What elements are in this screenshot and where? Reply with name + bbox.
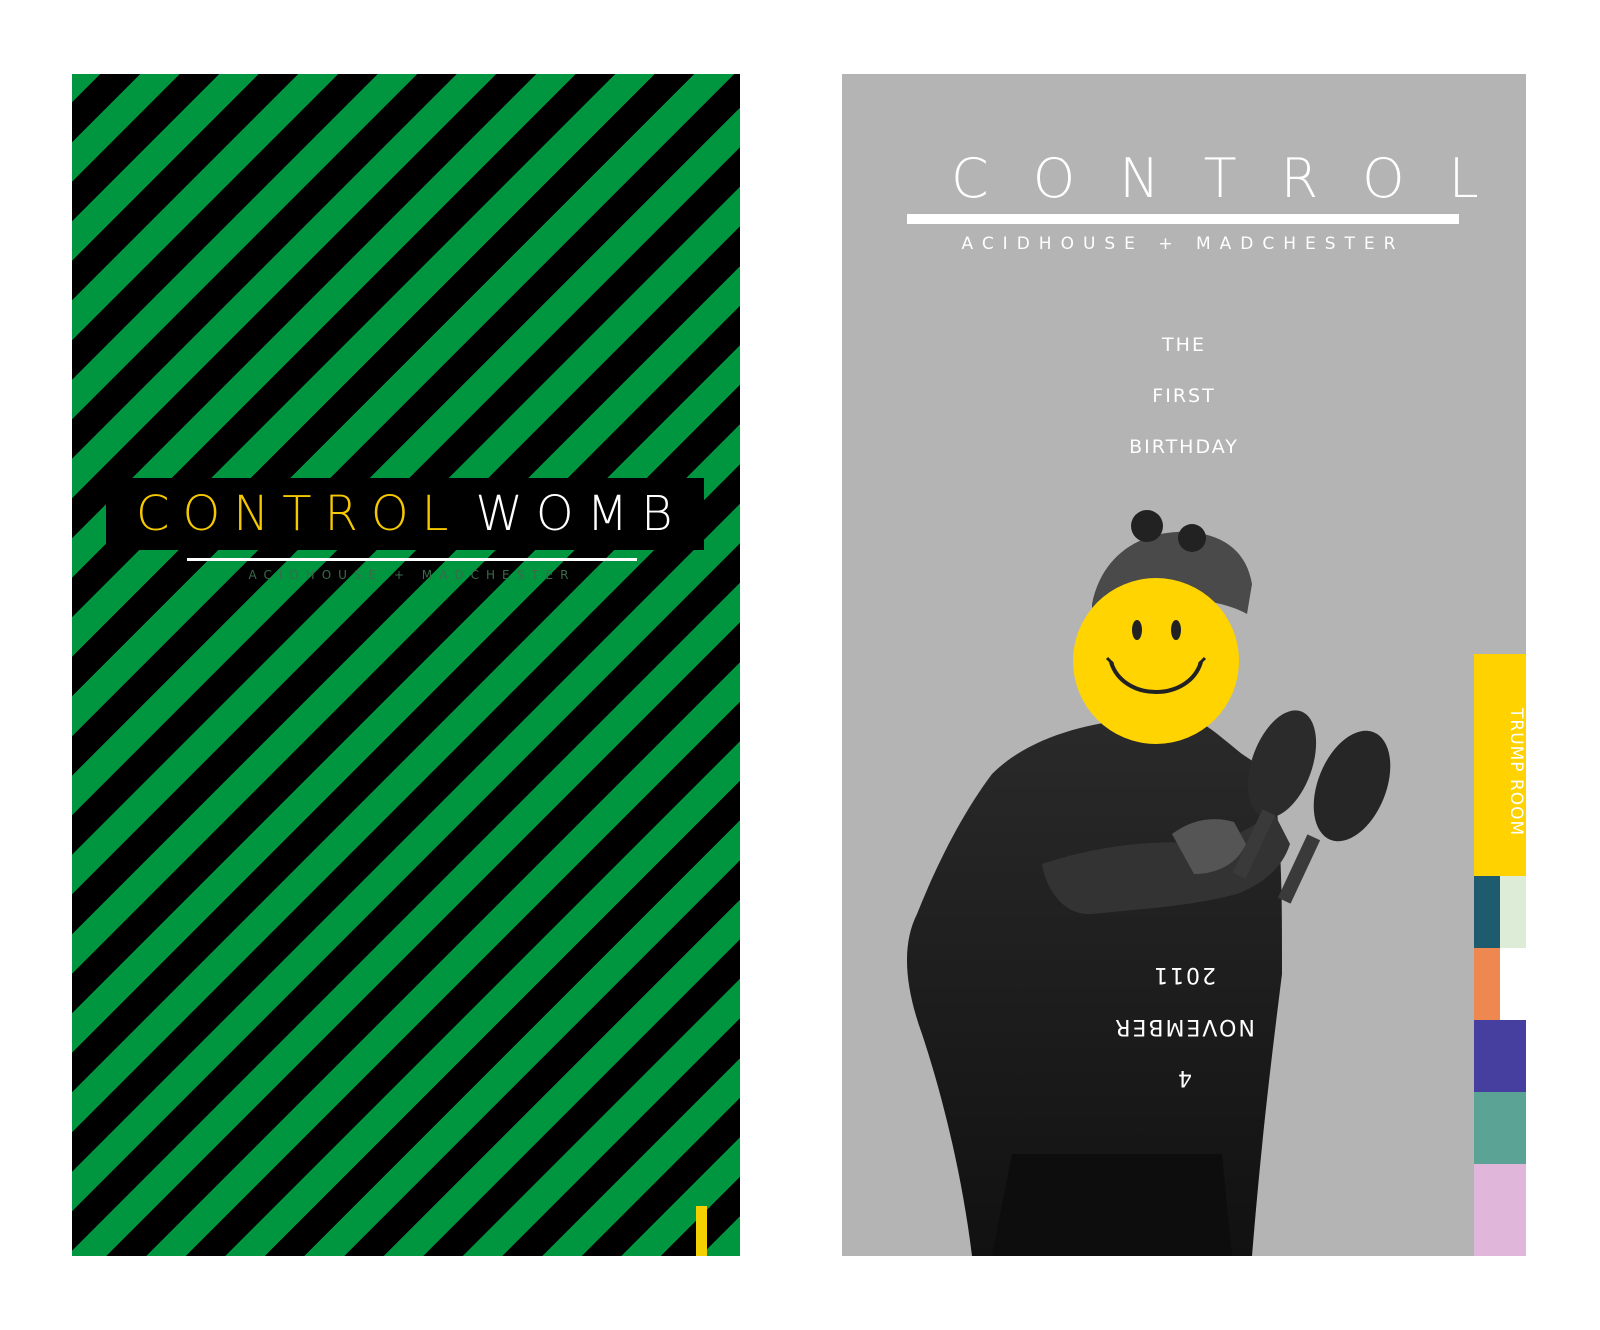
date-month: NOVEMBER xyxy=(1113,1014,1255,1039)
color-swatch xyxy=(1474,1020,1526,1092)
title-underline xyxy=(187,558,637,561)
title-control: CONTROL xyxy=(136,486,462,542)
color-swatch xyxy=(1500,876,1526,948)
date-day: 4 xyxy=(1176,1065,1192,1090)
poster-subtitle: ACIDHOUSE + MADCHESTER xyxy=(961,234,1405,254)
color-swatch xyxy=(1474,1092,1526,1164)
color-swatch xyxy=(1474,876,1500,948)
poster-control-birthday: CONTROL ACIDHOUSE + MADCHESTER THE FIRST… xyxy=(842,74,1526,1256)
title-womb: WOMB xyxy=(475,486,686,542)
color-swatch xyxy=(1500,948,1526,1020)
event-line-1: THE xyxy=(1162,334,1206,356)
title-underline xyxy=(907,214,1459,224)
event-line-2: FIRST xyxy=(1152,385,1216,407)
poster-title: CONTROL xyxy=(951,147,1523,210)
venue-tab: TRUMP ROOM xyxy=(1474,654,1526,876)
color-swatch xyxy=(1474,1164,1526,1256)
yellow-accent-bar xyxy=(696,1206,707,1256)
poster-title: CONTROL WOMB xyxy=(136,482,686,546)
smiley-face-icon xyxy=(1073,578,1239,744)
date-year: 2011 xyxy=(1152,962,1216,987)
color-swatch xyxy=(1474,948,1500,1020)
event-line-3: BIRTHDAY xyxy=(1129,436,1239,458)
poster-control-womb: CONTROL WOMB ACIDHOUSE + MADCHESTER xyxy=(72,74,740,1256)
venue-label: TRUMP ROOM xyxy=(1506,707,1526,837)
poster-subtitle: ACIDHOUSE + MADCHESTER xyxy=(248,568,576,582)
